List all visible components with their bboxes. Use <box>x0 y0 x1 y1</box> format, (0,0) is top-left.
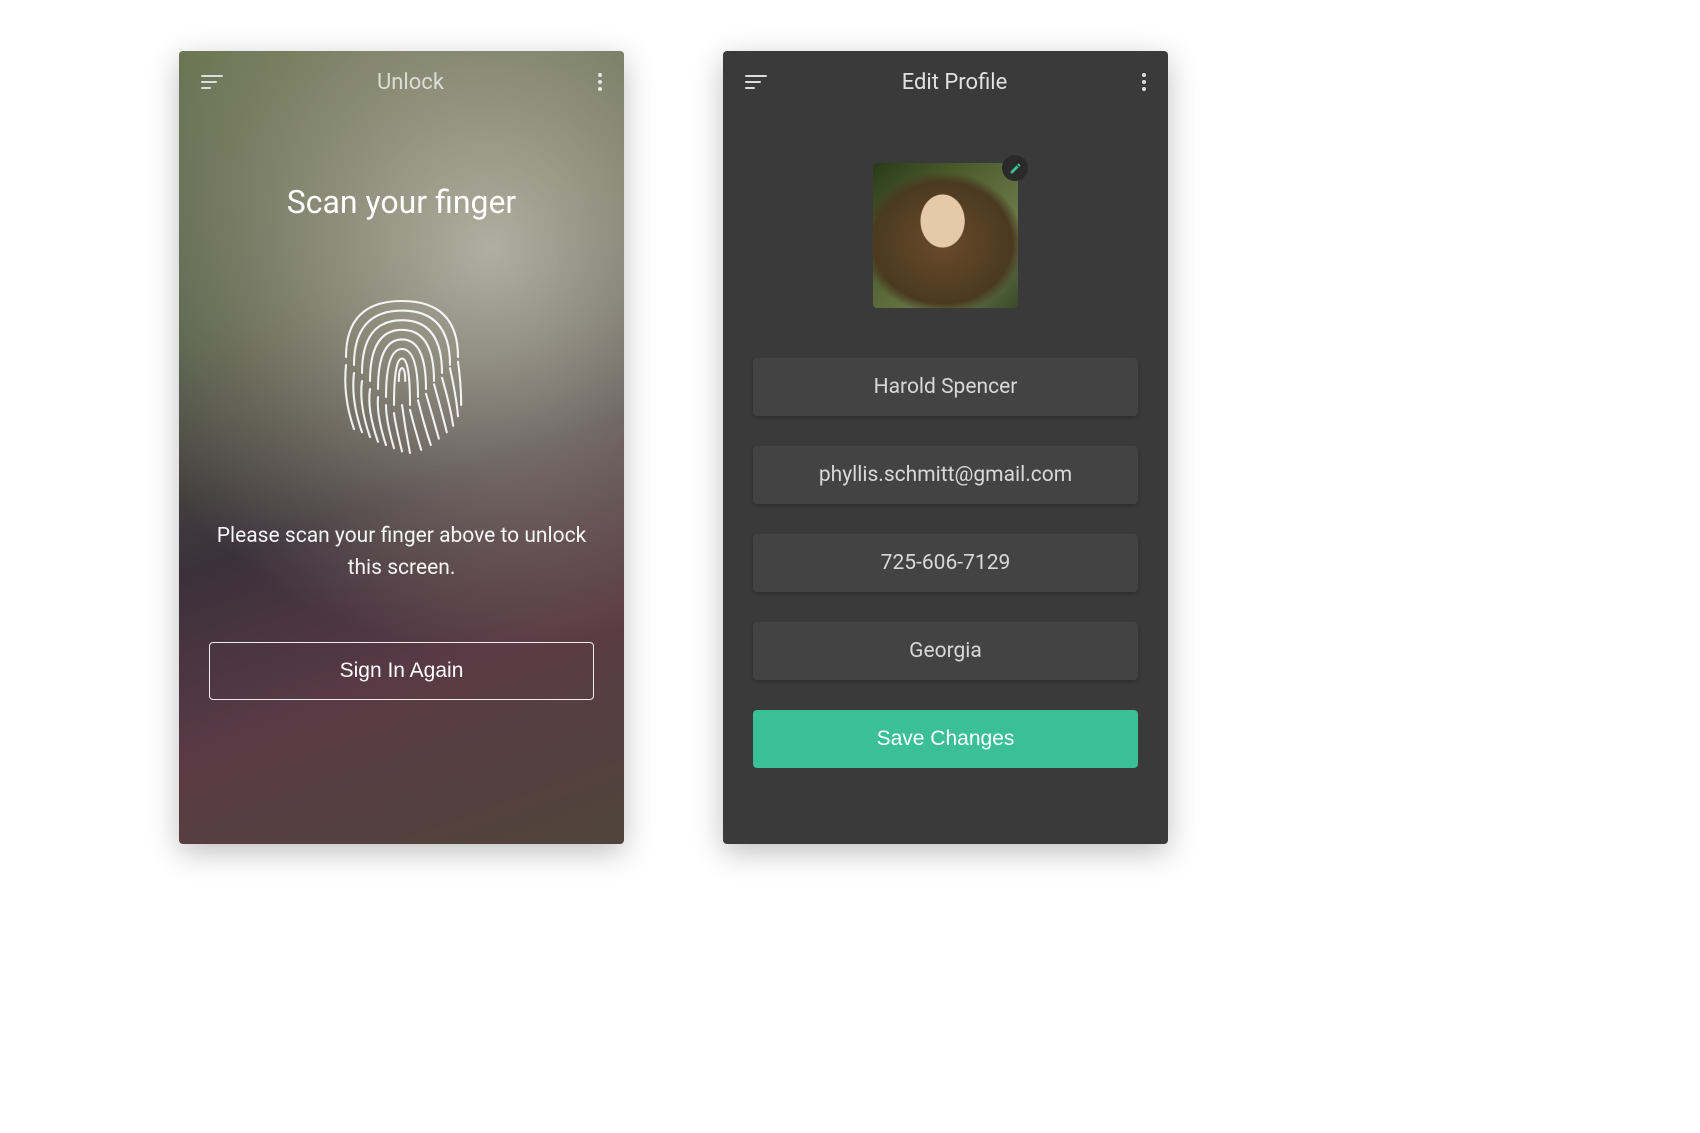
unlock-heading: Scan your finger <box>287 183 517 221</box>
fingerprint-icon[interactable] <box>322 281 482 481</box>
signin-again-button[interactable]: Sign In Again <box>209 642 594 700</box>
edit-header: Edit Profile <box>723 51 1168 113</box>
edit-avatar-button[interactable] <box>1002 155 1028 181</box>
menu-icon[interactable] <box>745 75 767 89</box>
edit-profile-screen: Edit Profile Save Changes <box>723 51 1168 844</box>
unlock-content: Scan your finger <box>179 113 624 844</box>
more-icon[interactable] <box>1142 73 1146 91</box>
name-field[interactable] <box>753 358 1138 416</box>
save-changes-button[interactable]: Save Changes <box>753 710 1138 768</box>
email-field[interactable] <box>753 446 1138 504</box>
pencil-icon <box>1009 162 1022 175</box>
avatar <box>873 163 1018 308</box>
location-field[interactable] <box>753 622 1138 680</box>
avatar-container <box>873 163 1018 308</box>
unlock-screen: Unlock Scan your finger <box>179 51 624 844</box>
unlock-subtext: Please scan your finger above to unlock … <box>209 521 594 584</box>
edit-title: Edit Profile <box>767 70 1142 95</box>
unlock-title: Unlock <box>223 70 598 95</box>
menu-icon[interactable] <box>201 75 223 89</box>
edit-content: Save Changes <box>723 113 1168 798</box>
more-icon[interactable] <box>598 73 602 91</box>
unlock-header: Unlock <box>179 51 624 113</box>
phone-field[interactable] <box>753 534 1138 592</box>
